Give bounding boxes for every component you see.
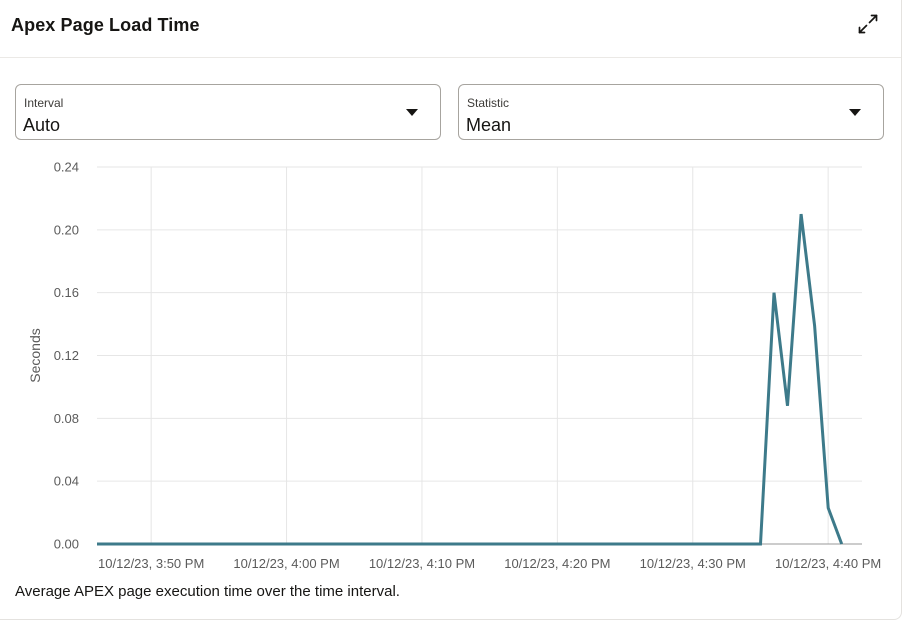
x-tick-label: 10/12/23, 4:00 PM <box>233 556 339 571</box>
card-header: Apex Page Load Time <box>0 0 901 58</box>
y-axis-title: Seconds <box>27 328 43 382</box>
load-time-chart: 0.00 0.04 0.08 0.12 0.16 0.20 0.24 10/12/23, 3:… <box>27 160 881 572</box>
x-tick-label: 10/12/23, 3:50 PM <box>98 556 204 571</box>
series-line <box>97 213 844 546</box>
interval-value: Auto <box>23 115 61 135</box>
page-load-time-card: Apex Page Load Time Interval Auto Statis… <box>0 0 902 620</box>
chevron-down-icon <box>406 109 418 116</box>
x-tick-label: 10/12/23, 4:10 PM <box>369 556 475 571</box>
card-title: Apex Page Load Time <box>11 15 200 35</box>
y-tick-label: 0.04 <box>54 474 79 489</box>
expand-icon <box>858 14 878 34</box>
x-tick-label: 10/12/23, 4:20 PM <box>504 556 610 571</box>
x-tick-label: 10/12/23, 4:40 PM <box>775 556 881 571</box>
y-tick-label: 0.08 <box>54 411 79 426</box>
interval-select[interactable]: Interval Auto <box>15 84 441 140</box>
statistic-value: Mean <box>466 115 512 135</box>
x-tick-label: 10/12/23, 4:30 PM <box>640 556 746 571</box>
chart-caption: Average APEX page execution time over th… <box>15 583 400 600</box>
statistic-select[interactable]: Statistic Mean <box>458 84 884 140</box>
expand-button[interactable] <box>855 11 881 37</box>
y-tick-label: 0.20 <box>54 222 79 237</box>
statistic-label: Statistic <box>467 96 510 110</box>
y-tick-label: 0.16 <box>54 285 79 300</box>
y-tick-label: 0.00 <box>54 537 79 552</box>
y-tick-label: 0.24 <box>54 160 79 175</box>
chevron-down-icon <box>849 109 861 116</box>
y-tick-label: 0.12 <box>54 348 79 363</box>
interval-label: Interval <box>24 96 64 110</box>
